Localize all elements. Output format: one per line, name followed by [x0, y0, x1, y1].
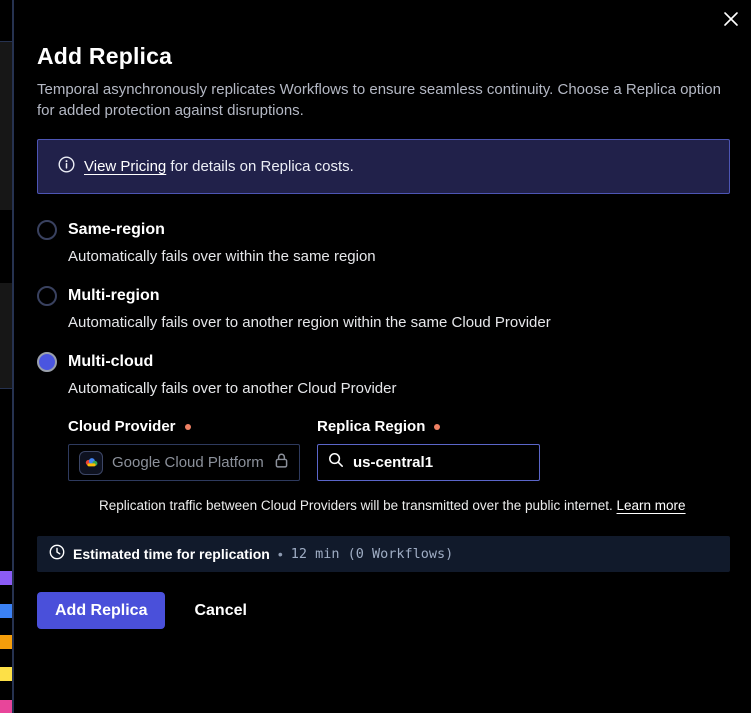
google-cloud-icon — [79, 451, 103, 475]
estimate-value: 12 min (0 Workflows) — [291, 546, 454, 562]
option-description: Automatically fails over to another Clou… — [68, 380, 730, 397]
lock-icon — [273, 452, 290, 474]
public-internet-note: Replication traffic between Cloud Provid… — [99, 498, 730, 513]
option-label: Multi-region — [68, 287, 160, 305]
cloud-provider-field: Cloud Provider Google Cloud Platform — [68, 418, 300, 481]
option-same-region: Same-region Automatically fails over wit… — [37, 220, 730, 265]
option-label: Same-region — [68, 221, 165, 239]
option-label: Multi-cloud — [68, 353, 153, 371]
option-description: Automatically fails over to another regi… — [68, 314, 730, 331]
pricing-banner-text: View Pricing for details on Replica cost… — [84, 158, 354, 175]
cancel-button[interactable]: Cancel — [194, 602, 246, 620]
learn-more-link[interactable]: Learn more — [617, 498, 686, 513]
option-description: Automatically fails over within the same… — [68, 248, 730, 265]
cloud-provider-value: Google Cloud Platform — [112, 454, 264, 471]
estimate-label: Estimated time for replication — [73, 546, 270, 562]
bullet-separator: • — [278, 546, 283, 562]
cloud-provider-select[interactable]: Google Cloud Platform — [68, 444, 300, 481]
replica-option-group: Same-region Automatically fails over wit… — [37, 220, 730, 397]
radio-control[interactable] — [37, 286, 57, 306]
add-replica-button[interactable]: Add Replica — [37, 592, 165, 629]
replica-region-field: Replica Region us-central1 — [317, 418, 540, 481]
radio-row-same-region[interactable]: Same-region — [37, 220, 730, 240]
estimate-banner: Estimated time for replication • 12 min … — [37, 536, 730, 572]
replica-region-input[interactable]: us-central1 — [317, 444, 540, 481]
radio-control[interactable] — [37, 220, 57, 240]
radio-row-multi-region[interactable]: Multi-region — [37, 286, 730, 306]
clock-icon — [49, 544, 65, 565]
close-icon[interactable] — [721, 9, 741, 29]
modal-title: Add Replica — [37, 0, 730, 70]
radio-control[interactable] — [37, 352, 57, 372]
modal-description: Temporal asynchronously replicates Workf… — [37, 79, 730, 121]
pricing-banner: View Pricing for details on Replica cost… — [37, 139, 730, 194]
view-pricing-link[interactable]: View Pricing — [84, 158, 166, 175]
replica-region-value: us-central1 — [353, 454, 433, 471]
option-multi-cloud: Multi-cloud Automatically fails over to … — [37, 352, 730, 397]
required-dot — [434, 424, 440, 430]
replica-region-label: Replica Region — [317, 418, 540, 435]
cloud-provider-label: Cloud Provider — [68, 418, 300, 435]
info-icon — [58, 156, 75, 178]
radio-row-multi-cloud[interactable]: Multi-cloud — [37, 352, 730, 372]
multi-cloud-form: Cloud Provider Google Cloud Platform — [68, 418, 730, 513]
option-multi-region: Multi-region Automatically fails over to… — [37, 286, 730, 331]
required-dot — [185, 424, 191, 430]
search-icon — [328, 452, 344, 473]
add-replica-modal: Add Replica Temporal asynchronously repl… — [14, 0, 751, 713]
modal-actions: Add Replica Cancel — [37, 592, 730, 629]
